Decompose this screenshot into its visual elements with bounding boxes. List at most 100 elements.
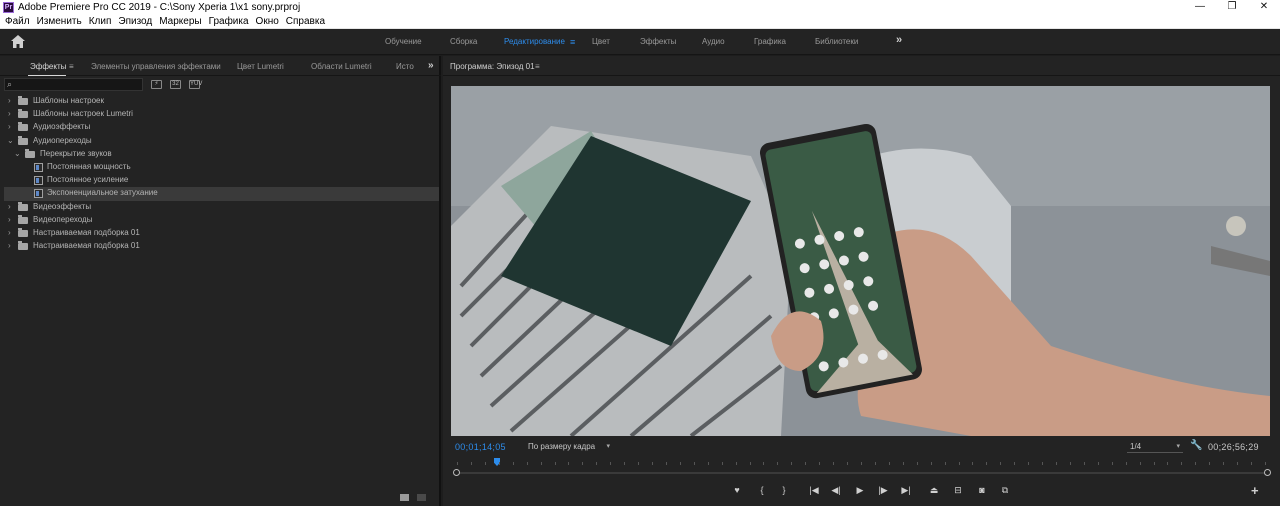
- workspace-assembly[interactable]: Сборка: [450, 37, 477, 46]
- menu-edit[interactable]: Изменить: [37, 16, 82, 27]
- workspace-effects[interactable]: Эффекты: [640, 37, 676, 46]
- tree-item-label: Настраиваемая подборка 01: [33, 241, 140, 251]
- camera-icon[interactable]: ◙: [973, 483, 991, 497]
- expand-arrow-icon[interactable]: ›: [8, 215, 11, 224]
- settings-wrench-icon[interactable]: 🔧: [1190, 440, 1202, 451]
- zoom-scrollbar[interactable]: [453, 469, 1271, 477]
- lift-icon[interactable]: ⏏: [925, 483, 943, 497]
- step-back-icon[interactable]: ◀|: [827, 483, 845, 497]
- tree-item-custom-bin-2[interactable]: › Настраиваемая подборка 01: [4, 240, 439, 253]
- tree-item-constant-gain[interactable]: Постоянное усиление: [4, 174, 439, 187]
- expand-arrow-icon[interactable]: ›: [8, 241, 11, 250]
- tree-item-exponential-fade[interactable]: Экспоненциальное затухание: [4, 187, 439, 201]
- accelerated-effects-icon[interactable]: ⚡: [151, 80, 162, 89]
- tab-history[interactable]: Исто: [396, 62, 414, 71]
- ruler-tick: [986, 462, 987, 465]
- tabs-overflow-icon[interactable]: »: [428, 60, 434, 71]
- scrollbar-start-handle[interactable]: [453, 469, 460, 476]
- mark-in-icon[interactable]: {: [753, 483, 771, 497]
- tab-effects[interactable]: Эффекты: [30, 62, 66, 71]
- panel-footer: [400, 492, 431, 504]
- workspace-editing[interactable]: Редактирование: [504, 37, 565, 46]
- scrollbar-track: [459, 472, 1265, 474]
- effects-tree: › Шаблоны настроек › Шаблоны настроек Lu…: [0, 95, 439, 253]
- ruler-tick: [610, 462, 611, 465]
- yuv-effects-icon[interactable]: YUV: [189, 80, 202, 89]
- menu-clip[interactable]: Клип: [89, 16, 112, 27]
- maximize-button[interactable]: ❐: [1216, 0, 1248, 14]
- tree-item-audio-transitions[interactable]: ⌄ Аудиопереходы: [4, 135, 439, 148]
- ruler-tick: [652, 462, 653, 465]
- tree-item-constant-power[interactable]: Постоянная мощность: [4, 161, 439, 174]
- panel-menu-icon[interactable]: ≡: [69, 62, 74, 71]
- workspaces-overflow-icon[interactable]: »: [896, 34, 902, 46]
- add-marker-icon[interactable]: ♥: [728, 483, 746, 497]
- play-icon[interactable]: ▶: [851, 483, 869, 497]
- expand-arrow-icon[interactable]: ›: [8, 122, 11, 131]
- expand-arrow-icon[interactable]: ›: [8, 109, 11, 118]
- ruler-tick: [1126, 462, 1127, 465]
- close-button[interactable]: ✕: [1248, 0, 1280, 14]
- tree-item-audio-effects[interactable]: › Аудиоэффекты: [4, 121, 439, 134]
- tab-effect-controls[interactable]: Элементы управления эффектами: [91, 62, 221, 71]
- workspace-learning[interactable]: Обучение: [385, 37, 422, 46]
- workspace-menu-icon[interactable]: ≡: [570, 37, 575, 47]
- menu-window[interactable]: Окно: [256, 16, 279, 27]
- tree-item-presets[interactable]: › Шаблоны настроек: [4, 95, 439, 108]
- expand-arrow-icon[interactable]: ›: [8, 228, 11, 237]
- home-icon[interactable]: [11, 35, 25, 48]
- compare-icon[interactable]: ⧉: [996, 483, 1014, 497]
- new-bin-icon[interactable]: [400, 494, 409, 501]
- 32bit-effects-icon[interactable]: 32: [170, 80, 181, 89]
- search-icon: ⌕: [7, 79, 13, 89]
- mark-out-icon[interactable]: }: [775, 483, 793, 497]
- fit-dropdown[interactable]: По размеру кадра ▾: [523, 441, 613, 453]
- video-frame[interactable]: [451, 86, 1270, 436]
- tab-lumetri-color[interactable]: Цвет Lumetri: [237, 62, 284, 71]
- menu-file[interactable]: Файл: [5, 16, 30, 27]
- ruler-tick: [638, 462, 639, 465]
- tree-item-video-effects[interactable]: › Видеоэффекты: [4, 201, 439, 214]
- tab-lumetri-scopes[interactable]: Области Lumetri: [311, 62, 372, 71]
- go-to-in-icon[interactable]: |◀: [805, 483, 823, 497]
- program-menu-icon[interactable]: ≡: [535, 62, 540, 71]
- program-monitor-title[interactable]: Программа: Эпизод 01: [450, 62, 535, 71]
- delete-icon[interactable]: [417, 494, 427, 501]
- resolution-dropdown[interactable]: 1/4 ▾: [1127, 441, 1183, 453]
- workspace-audio[interactable]: Аудио: [702, 37, 725, 46]
- go-to-out-icon[interactable]: ▶|: [897, 483, 915, 497]
- expand-arrow-icon[interactable]: ›: [8, 96, 11, 105]
- workspace-graphics[interactable]: Графика: [754, 37, 786, 46]
- tree-item-crossfade[interactable]: ⌄ Перекрытие звуков: [4, 148, 439, 161]
- duration-timecode: 00;26;56;29: [1208, 442, 1259, 452]
- menu-graphics[interactable]: Графика: [209, 16, 249, 27]
- ruler-tick: [722, 462, 723, 465]
- menu-help[interactable]: Справка: [286, 16, 325, 27]
- ruler-tick: [931, 462, 932, 465]
- scrollbar-end-handle[interactable]: [1264, 469, 1271, 476]
- tree-item-lumetri-presets[interactable]: › Шаблоны настроек Lumetri: [4, 108, 439, 121]
- ruler-tick: [541, 462, 542, 465]
- current-timecode[interactable]: 00;01;14;05: [455, 442, 506, 452]
- step-forward-icon[interactable]: |▶: [874, 483, 892, 497]
- chevron-down-icon: ▾: [1176, 443, 1180, 450]
- folder-icon: [18, 109, 28, 119]
- ruler-tick: [666, 462, 667, 465]
- collapse-arrow-icon[interactable]: ⌄: [7, 136, 14, 145]
- collapse-arrow-icon[interactable]: ⌄: [14, 149, 21, 158]
- time-ruler[interactable]: [457, 457, 1266, 467]
- ruler-tick: [972, 462, 973, 465]
- button-editor-add-icon[interactable]: +: [1251, 483, 1259, 498]
- extract-icon[interactable]: ⊟: [949, 483, 967, 497]
- workspace-color[interactable]: Цвет: [592, 37, 610, 46]
- menu-sequence[interactable]: Эпизод: [118, 16, 152, 27]
- ruler-tick: [736, 462, 737, 465]
- menu-markers[interactable]: Маркеры: [159, 16, 201, 27]
- tree-item-custom-bin-1[interactable]: › Настраиваемая подборка 01: [4, 227, 439, 240]
- ruler-tick: [1000, 462, 1001, 465]
- workspace-libraries[interactable]: Библиотеки: [815, 37, 858, 46]
- tree-item-video-transitions[interactable]: › Видеопереходы: [4, 214, 439, 227]
- expand-arrow-icon[interactable]: ›: [8, 202, 11, 211]
- effects-search-input[interactable]: [19, 79, 139, 90]
- minimize-button[interactable]: —: [1184, 0, 1216, 14]
